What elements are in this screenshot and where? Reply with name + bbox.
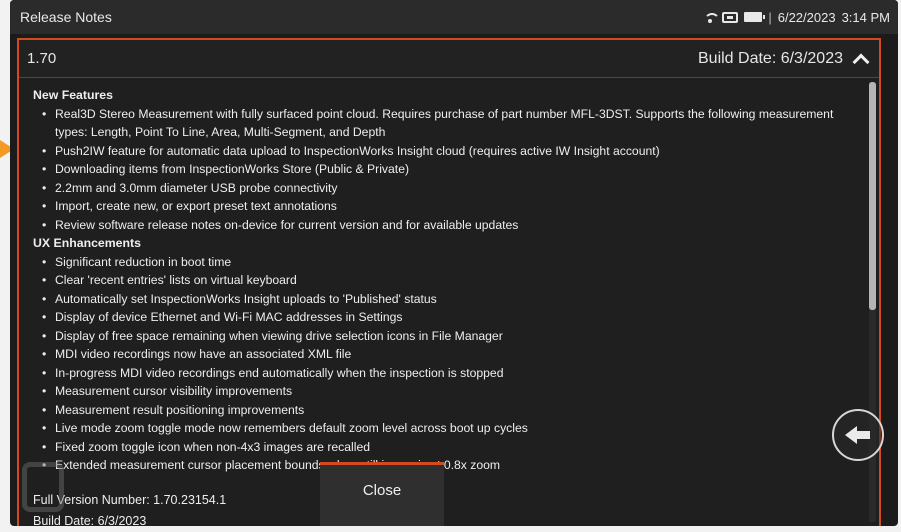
version-label: 1.70: [27, 50, 57, 67]
list-item: Fixed zoom toggle icon when non-4x3 imag…: [33, 438, 853, 457]
section-title-new-features: New Features: [33, 88, 113, 102]
status-indicators: | 6/22/2023 3:14 PM: [704, 10, 890, 25]
list-item: 2.2mm and 3.0mm diameter USB probe conne…: [33, 179, 853, 198]
list-item: MDI video recordings now have an associa…: [33, 345, 853, 364]
chevron-up-icon[interactable]: [852, 53, 870, 70]
status-divider: |: [768, 9, 772, 25]
build-date-toggle[interactable]: Build Date: 6/3/2023: [698, 49, 870, 70]
section-title-ux-enhancements: UX Enhancements: [33, 236, 141, 250]
screen-title: Release Notes: [20, 9, 112, 25]
usb-icon: [722, 11, 739, 23]
list-item: Import, create new, or export preset tex…: [33, 197, 853, 216]
release-notes-content: New Features Real3D Stereo Measurement w…: [33, 86, 853, 528]
close-button[interactable]: Close: [320, 462, 444, 526]
list-item: Review software release notes on-device …: [33, 216, 853, 235]
list-item: Display of device Ethernet and Wi-Fi MAC…: [33, 308, 853, 327]
status-date: 6/22/2023: [777, 9, 836, 25]
list-item: Significant reduction in boot time: [33, 253, 853, 272]
build-date-label: Build Date: 6/3/2023: [698, 49, 843, 67]
list-item: Measurement cursor visibility improvemen…: [33, 382, 853, 401]
wifi-icon: [704, 12, 721, 23]
list-item: Display of free space remaining when vie…: [33, 327, 853, 346]
version-header[interactable]: 1.70 Build Date: 6/3/2023: [19, 40, 879, 78]
battery-icon: [744, 12, 766, 22]
status-bar: Release Notes | 6/22/2023 3:14 PM: [10, 0, 898, 34]
back-arrow-icon: [845, 425, 871, 445]
release-notes-panel: 1.70 Build Date: 6/3/2023 New Features R…: [17, 38, 884, 528]
new-features-list: Real3D Stereo Measurement with fully sur…: [33, 105, 853, 235]
status-time: 3:14 PM: [841, 9, 890, 25]
footer-build-date: Build Date: 6/3/2023: [33, 514, 147, 528]
list-item: Measurement result positioning improveme…: [33, 401, 853, 420]
list-item: Live mode zoom toggle mode now remembers…: [33, 419, 853, 438]
list-item: Downloading items from InspectionWorks S…: [33, 160, 853, 179]
back-button[interactable]: [832, 409, 884, 461]
list-item: Push2IW feature for automatic data uploa…: [33, 142, 853, 161]
logo-watermark-icon: [22, 462, 64, 512]
ux-enhancements-list: Significant reduction in boot time Clear…: [33, 253, 853, 475]
scrollbar-thumb[interactable]: [869, 82, 876, 310]
list-item: Automatically set InspectionWorks Insigh…: [33, 290, 853, 309]
list-item: In-progress MDI video recordings end aut…: [33, 364, 853, 383]
list-item: Real3D Stereo Measurement with fully sur…: [33, 105, 853, 142]
list-item: Clear 'recent entries' lists on virtual …: [33, 271, 853, 290]
